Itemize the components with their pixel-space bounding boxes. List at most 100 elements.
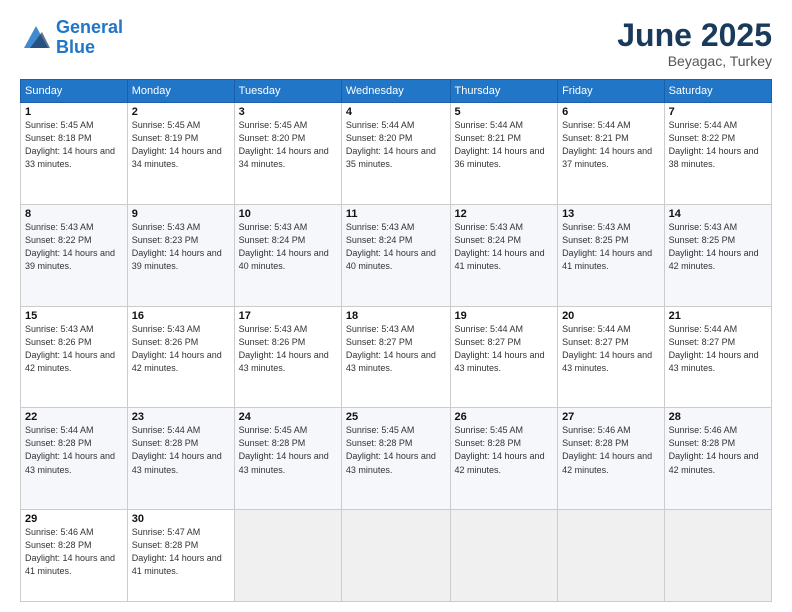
day-info: Sunrise: 5:43 AMSunset: 8:24 PMDaylight:… (455, 222, 545, 271)
day-info: Sunrise: 5:43 AMSunset: 8:24 PMDaylight:… (239, 222, 329, 271)
day-info: Sunrise: 5:44 AMSunset: 8:27 PMDaylight:… (669, 324, 759, 373)
table-row: 16 Sunrise: 5:43 AMSunset: 8:26 PMDayligh… (127, 306, 234, 408)
day-number: 8 (25, 208, 123, 220)
title-block: June 2025 Beyagac, Turkey (617, 18, 772, 69)
day-info: Sunrise: 5:45 AMSunset: 8:20 PMDaylight:… (239, 120, 329, 169)
header-monday: Monday (127, 80, 234, 103)
table-row: 13 Sunrise: 5:43 AMSunset: 8:25 PMDayligh… (558, 204, 665, 306)
day-info: Sunrise: 5:44 AMSunset: 8:21 PMDaylight:… (562, 120, 652, 169)
table-row: 14 Sunrise: 5:43 AMSunset: 8:25 PMDayligh… (664, 204, 771, 306)
day-info: Sunrise: 5:44 AMSunset: 8:21 PMDaylight:… (455, 120, 545, 169)
table-row: 28 Sunrise: 5:46 AMSunset: 8:28 PMDayligh… (664, 408, 771, 510)
logo: General Blue (20, 18, 123, 58)
table-row: 7 Sunrise: 5:44 AMSunset: 8:22 PMDaylight… (664, 103, 771, 205)
day-number: 30 (132, 513, 230, 525)
table-row (341, 510, 450, 602)
day-info: Sunrise: 5:43 AMSunset: 8:23 PMDaylight:… (132, 222, 222, 271)
location-subtitle: Beyagac, Turkey (617, 53, 772, 69)
header: General Blue June 2025 Beyagac, Turkey (20, 18, 772, 69)
day-number: 29 (25, 513, 123, 525)
table-row: 2Sunrise: 5:45 AMSunset: 8:19 PMDaylight… (127, 103, 234, 205)
table-row: 15 Sunrise: 5:43 AMSunset: 8:26 PMDayligh… (21, 306, 128, 408)
day-number: 25 (346, 411, 446, 423)
table-row: 22Sunrise: 5:44 AMSunset: 8:28 PMDayligh… (21, 408, 128, 510)
header-sunday: Sunday (21, 80, 128, 103)
day-info: Sunrise: 5:43 AMSunset: 8:25 PMDaylight:… (669, 222, 759, 271)
day-info: Sunrise: 5:44 AMSunset: 8:27 PMDaylight:… (455, 324, 545, 373)
day-info: Sunrise: 5:44 AMSunset: 8:28 PMDaylight:… (132, 425, 222, 474)
header-friday: Friday (558, 80, 665, 103)
header-saturday: Saturday (664, 80, 771, 103)
table-row: 25 Sunrise: 5:45 AMSunset: 8:28 PMDayligh… (341, 408, 450, 510)
table-row: 19 Sunrise: 5:44 AMSunset: 8:27 PMDayligh… (450, 306, 558, 408)
day-number: 4 (346, 106, 446, 118)
day-number: 6 (562, 106, 660, 118)
table-row: 12Sunrise: 5:43 AMSunset: 8:24 PMDayligh… (450, 204, 558, 306)
day-number: 16 (132, 310, 230, 322)
day-number: 27 (562, 411, 660, 423)
day-info: Sunrise: 5:45 AMSunset: 8:28 PMDaylight:… (455, 425, 545, 474)
day-info: Sunrise: 5:43 AMSunset: 8:25 PMDaylight:… (562, 222, 652, 271)
table-row: 20 Sunrise: 5:44 AMSunset: 8:27 PMDayligh… (558, 306, 665, 408)
day-number: 28 (669, 411, 767, 423)
table-row: 23 Sunrise: 5:44 AMSunset: 8:28 PMDayligh… (127, 408, 234, 510)
day-number: 10 (239, 208, 337, 220)
day-number: 14 (669, 208, 767, 220)
day-info: Sunrise: 5:44 AMSunset: 8:22 PMDaylight:… (669, 120, 759, 169)
table-row: 21 Sunrise: 5:44 AMSunset: 8:27 PMDayligh… (664, 306, 771, 408)
table-row: 1 Sunrise: 5:45 AMSunset: 8:18 PMDaylight… (21, 103, 128, 205)
day-info: Sunrise: 5:45 AMSunset: 8:18 PMDaylight:… (25, 120, 115, 169)
table-row: 18Sunrise: 5:43 AMSunset: 8:27 PMDayligh… (341, 306, 450, 408)
day-info: Sunrise: 5:45 AMSunset: 8:28 PMDaylight:… (346, 425, 436, 474)
header-wednesday: Wednesday (341, 80, 450, 103)
day-number: 7 (669, 106, 767, 118)
logo-icon (20, 20, 52, 52)
table-row: 10 Sunrise: 5:43 AMSunset: 8:24 PMDayligh… (234, 204, 341, 306)
table-row: 9Sunrise: 5:43 AMSunset: 8:23 PMDaylight… (127, 204, 234, 306)
table-row: 5 Sunrise: 5:44 AMSunset: 8:21 PMDaylight… (450, 103, 558, 205)
table-row: 17Sunrise: 5:43 AMSunset: 8:26 PMDayligh… (234, 306, 341, 408)
day-number: 13 (562, 208, 660, 220)
table-row: 30 Sunrise: 5:47 AMSunset: 8:28 PMDayligh… (127, 510, 234, 602)
page: General Blue June 2025 Beyagac, Turkey S… (0, 0, 792, 612)
day-number: 23 (132, 411, 230, 423)
day-number: 21 (669, 310, 767, 322)
day-info: Sunrise: 5:44 AMSunset: 8:27 PMDaylight:… (562, 324, 652, 373)
weekday-header-row: Sunday Monday Tuesday Wednesday Thursday… (21, 80, 772, 103)
day-number: 3 (239, 106, 337, 118)
day-info: Sunrise: 5:46 AMSunset: 8:28 PMDaylight:… (25, 527, 115, 576)
table-row: 29 Sunrise: 5:46 AMSunset: 8:28 PMDayligh… (21, 510, 128, 602)
table-row (234, 510, 341, 602)
day-info: Sunrise: 5:43 AMSunset: 8:24 PMDaylight:… (346, 222, 436, 271)
logo-text: General Blue (56, 18, 123, 58)
table-row (664, 510, 771, 602)
day-info: Sunrise: 5:46 AMSunset: 8:28 PMDaylight:… (562, 425, 652, 474)
day-number: 11 (346, 208, 446, 220)
day-info: Sunrise: 5:47 AMSunset: 8:28 PMDaylight:… (132, 527, 222, 576)
day-info: Sunrise: 5:43 AMSunset: 8:26 PMDaylight:… (132, 324, 222, 373)
day-number: 20 (562, 310, 660, 322)
day-info: Sunrise: 5:43 AMSunset: 8:27 PMDaylight:… (346, 324, 436, 373)
day-info: Sunrise: 5:43 AMSunset: 8:26 PMDaylight:… (239, 324, 329, 373)
header-thursday: Thursday (450, 80, 558, 103)
day-number: 26 (455, 411, 554, 423)
header-tuesday: Tuesday (234, 80, 341, 103)
day-info: Sunrise: 5:44 AMSunset: 8:20 PMDaylight:… (346, 120, 436, 169)
table-row: 4 Sunrise: 5:44 AMSunset: 8:20 PMDaylight… (341, 103, 450, 205)
day-info: Sunrise: 5:44 AMSunset: 8:28 PMDaylight:… (25, 425, 115, 474)
day-number: 24 (239, 411, 337, 423)
table-row: 8Sunrise: 5:43 AMSunset: 8:22 PMDaylight… (21, 204, 128, 306)
table-row: 27 Sunrise: 5:46 AMSunset: 8:28 PMDayligh… (558, 408, 665, 510)
day-info: Sunrise: 5:43 AMSunset: 8:26 PMDaylight:… (25, 324, 115, 373)
day-number: 5 (455, 106, 554, 118)
day-number: 15 (25, 310, 123, 322)
table-row: 26 Sunrise: 5:45 AMSunset: 8:28 PMDayligh… (450, 408, 558, 510)
table-row (450, 510, 558, 602)
table-row: 3 Sunrise: 5:45 AMSunset: 8:20 PMDaylight… (234, 103, 341, 205)
logo-blue: Blue (56, 37, 95, 57)
day-info: Sunrise: 5:46 AMSunset: 8:28 PMDaylight:… (669, 425, 759, 474)
day-number: 1 (25, 106, 123, 118)
table-row: 11 Sunrise: 5:43 AMSunset: 8:24 PMDayligh… (341, 204, 450, 306)
day-number: 19 (455, 310, 554, 322)
month-title: June 2025 (617, 18, 772, 53)
